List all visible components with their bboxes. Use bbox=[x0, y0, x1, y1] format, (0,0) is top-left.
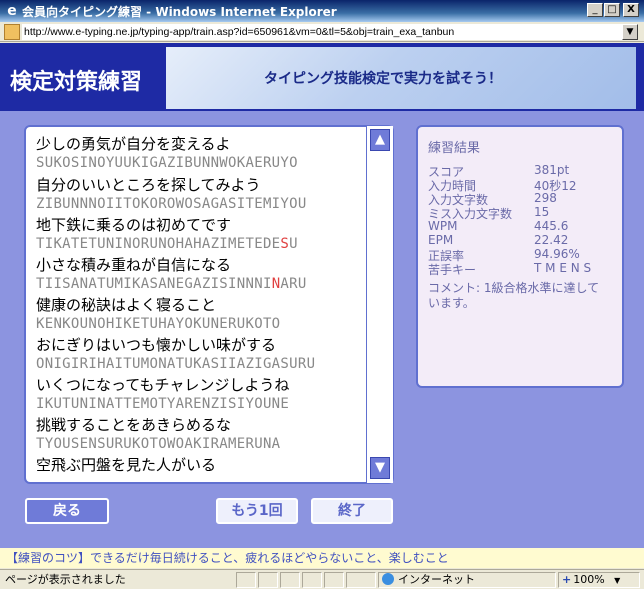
address-bar: http://www.e-typing.ne.jp/typing-app/tra… bbox=[0, 22, 644, 42]
results-panel: 練習結果 スコア 381pt 入力時間 40秒12 入力文字数 298 ミス入力… bbox=[416, 125, 624, 388]
exit-button[interactable]: 終了 bbox=[311, 498, 393, 524]
sentence-jp: 地下鉄に乗るのは初めてです bbox=[36, 216, 232, 234]
result-value: 94.96% bbox=[534, 247, 580, 261]
sentence-jp: 健康の秘訣はよく寝ること bbox=[36, 296, 217, 314]
status-bar: ページが表示されました インターネット +100% ▼ bbox=[0, 569, 644, 589]
practice-tip: 【練習のコツ】できるだけ毎日続けること、疲れるほどやらないこと、楽しむこと bbox=[0, 548, 644, 568]
zoom-level: 100% bbox=[573, 573, 605, 586]
result-value: 381pt bbox=[534, 163, 570, 177]
page-favicon-icon bbox=[4, 24, 20, 40]
result-label: 苦手キー bbox=[428, 263, 477, 277]
status-pane bbox=[280, 572, 300, 588]
security-zone: インターネット bbox=[378, 572, 556, 588]
sentence-romaji: SUKOSINOYUUKIGAZIBUNNWOKAERUYO bbox=[36, 155, 298, 171]
status-pane bbox=[346, 572, 376, 588]
retry-button[interactable]: もう1回 bbox=[216, 498, 298, 524]
sentence-romaji: TIISANATUMIKASANEGAZISINNNINARU bbox=[36, 276, 307, 292]
sentence-romaji: ONIGIRIHAITUMONATUKASIIAZIGASURU bbox=[36, 356, 316, 372]
zone-label: インターネット bbox=[398, 573, 475, 586]
sentence-jp: 空飛ぶ円盤を見た人がいる bbox=[36, 456, 217, 474]
sentence-romaji: ZIBUNNNOIITOKOROWOSAGASITEMIYOU bbox=[36, 196, 307, 212]
minimize-button[interactable]: _ bbox=[587, 3, 603, 17]
result-label: WPM bbox=[428, 219, 458, 233]
result-comment: います。 bbox=[428, 296, 475, 310]
status-pane bbox=[302, 572, 322, 588]
status-pane bbox=[324, 572, 344, 588]
sentence-scrollbar[interactable]: ▲ ▼ bbox=[366, 126, 393, 483]
status-pane bbox=[236, 572, 256, 588]
sentence-jp: 自分のいいところを探してみよう bbox=[36, 176, 261, 194]
result-value: 445.6 bbox=[534, 219, 569, 233]
scroll-down-button[interactable]: ▼ bbox=[370, 457, 390, 479]
sentence-jp: 少しの勇気が自分を変えるよ bbox=[36, 135, 231, 153]
window-title-bar: e 会員向タイピング練習 - Windows Internet Explorer… bbox=[0, 0, 644, 22]
result-value: 15 bbox=[534, 205, 550, 219]
sentence-jp: 挑戦することをあきらめるな bbox=[36, 416, 232, 434]
ie-logo-icon: e bbox=[7, 3, 17, 19]
mistyped-char: S bbox=[280, 236, 290, 252]
back-button[interactable]: 戻る bbox=[25, 498, 109, 524]
sentence-romaji: KENKOUNOHIKETUHAYOKUNERUKOTO bbox=[36, 316, 281, 332]
results-title: 練習結果 bbox=[428, 141, 481, 156]
sentence-jp: おにぎりはいつも懐かしい味がする bbox=[36, 336, 277, 354]
sentence-jp: 小さな積み重ねが自信になる bbox=[36, 256, 232, 274]
result-label: EPM bbox=[428, 233, 454, 247]
scroll-up-button[interactable]: ▲ bbox=[370, 129, 390, 151]
status-pane bbox=[258, 572, 278, 588]
sentence-romaji: TYOUSENSURUKOTOWOAKIRAMERUNA bbox=[36, 436, 281, 452]
page-logo: 検定対策練習 bbox=[10, 70, 143, 95]
globe-icon bbox=[382, 573, 394, 585]
result-value: 298 bbox=[534, 191, 557, 205]
status-text: ページが表示されました bbox=[5, 573, 126, 586]
maximize-button[interactable]: □ bbox=[604, 3, 620, 17]
window-title: 会員向タイピング練習 - Windows Internet Explorer bbox=[22, 5, 337, 19]
sentence-romaji: TIKATETUNINORUNOHAHAZIMETEDESU bbox=[36, 236, 298, 252]
header-banner: タイピング技能検定で実力を試そう！ bbox=[166, 47, 636, 109]
header-tagline: タイピング技能検定で実力を試そう！ bbox=[264, 71, 502, 87]
result-value: 22.42 bbox=[534, 233, 569, 247]
close-button[interactable]: X bbox=[623, 3, 639, 17]
address-dropdown-button[interactable]: ▼ bbox=[622, 24, 638, 40]
sentence-panel: 少しの勇気が自分を変えるよ SUKOSINOYUUKIGAZIBUNNWOKAE… bbox=[24, 125, 394, 484]
zoom-control[interactable]: +100% ▼ bbox=[558, 572, 640, 588]
zoom-icon: + bbox=[562, 573, 572, 586]
sentence-jp: いくつになってもチャレンジしようね bbox=[36, 376, 290, 394]
zoom-dropdown-icon[interactable]: ▼ bbox=[614, 574, 620, 588]
sentence-romaji: IKUTUNINATTEMOTYARENZISIYOUNE bbox=[36, 396, 290, 412]
url-field[interactable]: http://www.e-typing.ne.jp/typing-app/tra… bbox=[22, 24, 622, 40]
result-value: T M E N S bbox=[534, 261, 592, 275]
